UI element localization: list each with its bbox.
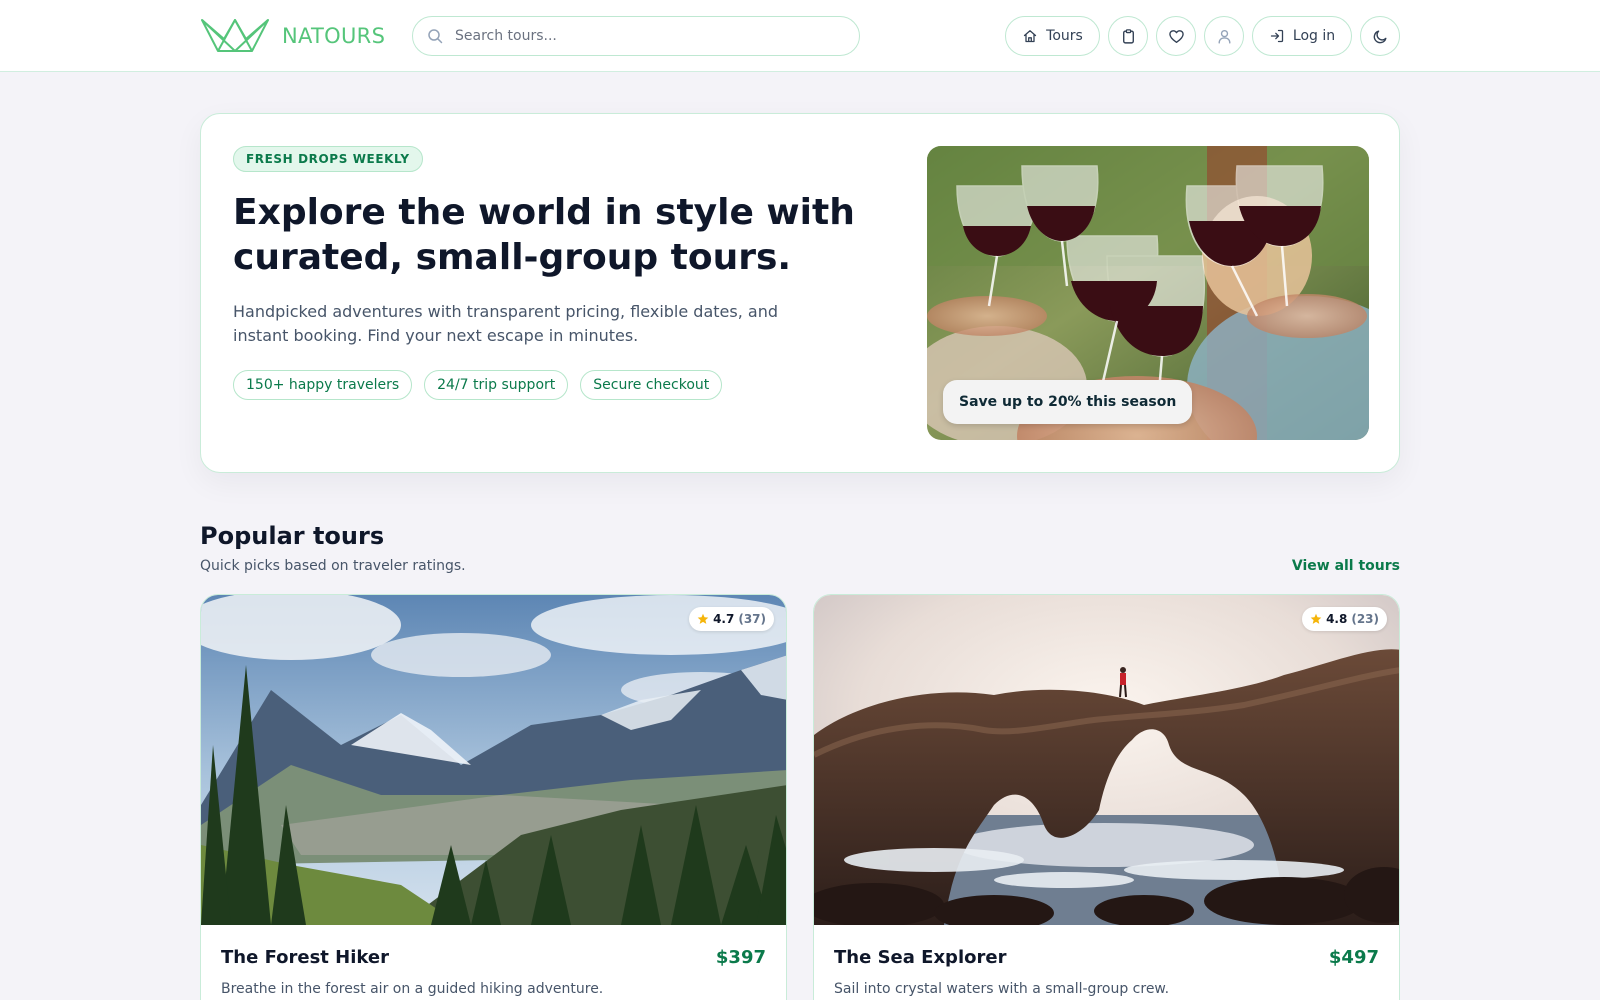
hero-title-line-2: curated, small-group tours.: [233, 237, 792, 278]
hero-subtitle-line-2: instant booking. Find your next escape i…: [233, 326, 639, 345]
tour-description: Breathe in the forest air on a guided hi…: [221, 981, 604, 997]
crown-logo-icon: [201, 19, 269, 52]
tours-nav-button[interactable]: Tours: [1005, 16, 1100, 56]
moon-icon: [1373, 29, 1387, 43]
user-icon: [1217, 29, 1231, 44]
hero-subtitle-line-1: Handpicked adventures with transparent p…: [233, 302, 778, 321]
section-title: Popular tours: [200, 522, 385, 550]
tour-title[interactable]: The Sea Explorer: [834, 947, 1006, 968]
search-icon: [428, 29, 443, 44]
rating-value: 4.7: [713, 612, 735, 626]
clipboard-icon: [1122, 28, 1134, 44]
tour-price: $497: [1328, 947, 1379, 968]
rating-badge: 4.7 (37): [689, 607, 774, 631]
star-icon: [697, 613, 709, 624]
tour-description: Sail into crystal waters with a small-gr…: [834, 981, 1170, 997]
tour-price: $397: [715, 947, 766, 968]
rating-badge: 4.8 (23): [1302, 607, 1387, 631]
hero-badge: FRESH DROPS WEEKLY: [233, 146, 423, 172]
login-icon: [1270, 29, 1284, 43]
rating-count: (37): [738, 612, 766, 626]
account-button[interactable]: [1204, 16, 1244, 56]
theme-toggle-button[interactable]: [1360, 16, 1400, 56]
bookings-button[interactable]: [1108, 16, 1148, 56]
hero-card: FRESH DROPS WEEKLY Explore the world in …: [200, 113, 1400, 473]
chip-trip-support: 24/7 trip support: [424, 370, 569, 400]
hero-subtitle: Handpicked adventures with transparent p…: [233, 300, 793, 348]
tour-image: [814, 595, 1399, 925]
promo-tag: Save up to 20% this season: [943, 380, 1193, 424]
rating-value: 4.8: [1326, 612, 1348, 626]
rating-count: (23): [1351, 612, 1379, 626]
hero-image: Save up to 20% this season: [927, 146, 1369, 440]
login-button[interactable]: Log in: [1252, 16, 1352, 56]
chip-happy-travelers: 150+ happy travelers: [233, 370, 413, 400]
tour-card-forest-hiker[interactable]: 4.7 (37) The Forest Hiker $397 Breathe i…: [200, 594, 787, 1000]
view-all-tours-link[interactable]: View all tours: [1292, 558, 1400, 574]
heart-icon: [1168, 29, 1184, 43]
star-icon: [1310, 613, 1322, 624]
home-icon: [1024, 30, 1037, 43]
hero-title: Explore the world in style with curated,…: [233, 190, 893, 280]
search-bar[interactable]: [412, 16, 860, 56]
chip-secure-checkout: Secure checkout: [580, 370, 723, 400]
top-navbar: NATOURS Tours L: [0, 0, 1600, 72]
hero-feature-chips: 150+ happy travelers 24/7 trip support S…: [233, 370, 723, 400]
sea-arch-photo: [814, 595, 1399, 925]
brand-name: NATOURS: [282, 24, 386, 48]
tours-nav-label: Tours: [1046, 28, 1083, 44]
natours-logo[interactable]: NATOURS: [200, 17, 385, 55]
mountain-forest-photo: [201, 595, 786, 925]
login-label: Log in: [1292, 28, 1336, 44]
hero-title-line-1: Explore the world in style with: [233, 192, 855, 233]
search-input[interactable]: [455, 28, 835, 44]
wishlist-button[interactable]: [1156, 16, 1196, 56]
section-subtitle: Quick picks based on traveler ratings.: [200, 558, 466, 574]
tour-image: [201, 595, 786, 925]
tour-title[interactable]: The Forest Hiker: [221, 947, 389, 968]
tour-card-sea-explorer[interactable]: 4.8 (23) The Sea Explorer $497 Sail into…: [813, 594, 1400, 1000]
